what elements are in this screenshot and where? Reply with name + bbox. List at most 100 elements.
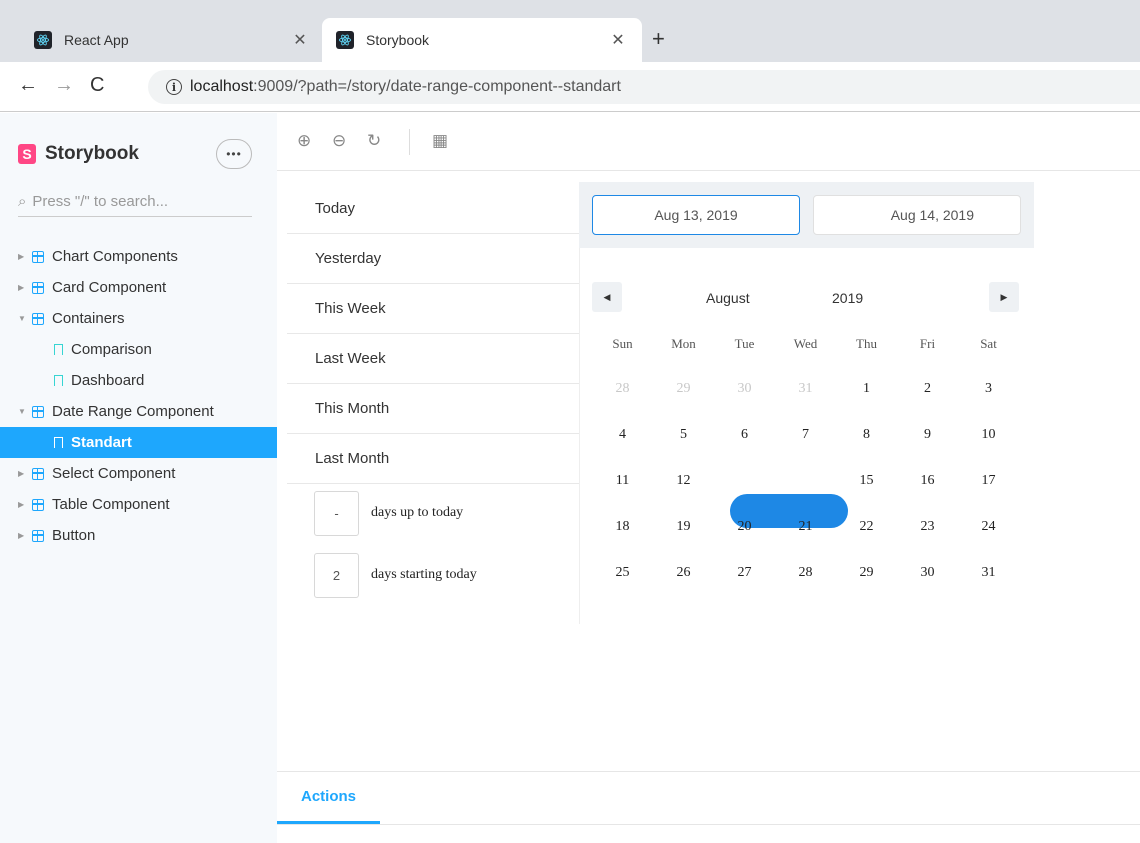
calendar-day[interactable]: 1 (836, 366, 897, 412)
component-icon (32, 250, 44, 263)
tree-item-date-range-component[interactable]: ▼ Date Range Component (0, 396, 277, 427)
calendar-day[interactable]: 15 (836, 458, 897, 504)
url-field[interactable]: i localhost:9009/?path=/story/date-range… (148, 70, 1140, 104)
zoom-out-icon[interactable]: ⊖ (332, 131, 346, 151)
reload-icon[interactable]: C (90, 74, 104, 97)
caret-down-icon: ▼ (18, 314, 26, 323)
calendar-day-label: 21 (798, 519, 813, 534)
component-icon (32, 467, 44, 480)
calendar-day[interactable]: 17 (958, 458, 1019, 504)
calendar-day[interactable]: 31 (775, 366, 836, 412)
calendar-day[interactable]: 7 (775, 412, 836, 458)
calendar-day[interactable]: 5 (653, 412, 714, 458)
zoom-reset-icon[interactable]: ↻ (367, 131, 381, 151)
forward-arrow-icon[interactable]: → (54, 74, 74, 97)
calendar-day[interactable]: 21 (775, 504, 836, 550)
calendar-day[interactable]: 19 (653, 504, 714, 550)
browser-tab-storybook[interactable]: Storybook ✕ (322, 18, 642, 62)
days-up-to-today-label: days up to today (371, 505, 464, 520)
new-tab-plus-icon[interactable]: + (652, 26, 665, 52)
calendar-day[interactable]: 29 (653, 366, 714, 412)
calendar-day[interactable]: 26 (653, 550, 714, 596)
calendar-day[interactable]: 20 (714, 504, 775, 550)
more-options-button[interactable]: ••• (216, 139, 252, 169)
tree-item-chart-components[interactable]: ▶ Chart Components (0, 241, 277, 272)
close-tab-icon[interactable]: ✕ (608, 30, 628, 50)
calendar-day[interactable]: 24 (958, 504, 1019, 550)
calendar-day-label: 3 (985, 381, 992, 396)
tree-item-card-component[interactable]: ▶ Card Component (0, 272, 277, 303)
calendar-day[interactable]: 6 (714, 412, 775, 458)
calendar-day[interactable]: 11 (592, 458, 653, 504)
calendar-day-label: 15 (859, 473, 874, 488)
search-input[interactable]: ⌕ Press "/" to search... (18, 187, 252, 217)
grid-icon[interactable]: ▦ (432, 131, 448, 151)
preset-today[interactable]: Today (287, 184, 579, 234)
back-arrow-icon[interactable]: ← (18, 74, 38, 97)
calendar-day[interactable]: 28 (775, 550, 836, 596)
tree-item-select-component[interactable]: ▶ Select Component (0, 458, 277, 489)
preset-this-month[interactable]: This Month (287, 384, 579, 434)
calendar-day[interactable]: 30 (897, 550, 958, 596)
calendar-day-label: 30 (920, 565, 935, 580)
tree-item-table-component[interactable]: ▶ Table Component (0, 489, 277, 520)
preset-last-week[interactable]: Last Week (287, 334, 579, 384)
calendar-day[interactable]: 13 (714, 458, 775, 504)
calendar-day[interactable]: 29 (836, 550, 897, 596)
next-month-button[interactable]: ▶ (989, 282, 1019, 312)
tree-item-containers[interactable]: ▼ Containers (0, 303, 277, 334)
calendar-day[interactable]: 10 (958, 412, 1019, 458)
days-up-to-today-row: - days up to today (287, 490, 579, 536)
calendar-day[interactable]: 18 (592, 504, 653, 550)
tab-actions[interactable]: Actions (277, 772, 380, 824)
weekday-label: Fri (919, 336, 936, 351)
calendar-day[interactable]: 12 (653, 458, 714, 504)
preset-last-month[interactable]: Last Month (287, 434, 579, 484)
calendar-day[interactable]: 4 (592, 412, 653, 458)
tree-item-button[interactable]: ▶ Button (0, 520, 277, 551)
info-icon[interactable]: i (166, 79, 182, 95)
tree-item-standart[interactable]: Standart (0, 427, 277, 458)
storybook-brand[interactable]: S Storybook (18, 143, 139, 165)
close-tab-icon[interactable]: ✕ (290, 30, 310, 50)
calendar-day-label: 10 (981, 427, 996, 442)
calendar-day-label: 19 (676, 519, 691, 534)
browser-tab-bar: React App ✕ Storybook ✕ + (0, 0, 1140, 62)
calendar-day-label: 28 (615, 381, 630, 396)
calendar-day-label: 31 (798, 381, 813, 396)
preset-yesterday[interactable]: Yesterday (287, 234, 579, 284)
calendar-day[interactable]: 14 (775, 458, 836, 504)
tree-item-label: Containers (52, 310, 125, 327)
month-label[interactable]: August (706, 290, 750, 306)
calendar-day[interactable]: 23 (897, 504, 958, 550)
calendar-day[interactable]: 28 (592, 366, 653, 412)
days-starting-today-input[interactable]: 2 (314, 552, 359, 598)
calendar: Aug 13, 2019 Aug 14, 2019 ◀ August 2019 … (579, 182, 1034, 596)
days-up-to-today-input[interactable]: - (314, 490, 359, 536)
calendar-day-label: 17 (981, 473, 996, 488)
zoom-in-icon[interactable]: ⊕ (297, 131, 311, 151)
tree-item-comparison[interactable]: Comparison (0, 334, 277, 365)
calendar-day[interactable]: 16 (897, 458, 958, 504)
preset-this-week[interactable]: This Week (287, 284, 579, 334)
calendar-day[interactable]: 31 (958, 550, 1019, 596)
end-date-input[interactable]: Aug 14, 2019 (813, 195, 1021, 235)
calendar-day[interactable]: 30 (714, 366, 775, 412)
calendar-day[interactable]: 25 (592, 550, 653, 596)
calendar-day[interactable]: 9 (897, 412, 958, 458)
previous-month-button[interactable]: ◀ (592, 282, 622, 312)
start-date-input[interactable]: Aug 13, 2019 (592, 195, 800, 235)
tree-item-dashboard[interactable]: Dashboard (0, 365, 277, 396)
weekday-label: Wed (793, 336, 818, 351)
calendar-day[interactable]: 27 (714, 550, 775, 596)
bookmark-icon (54, 375, 63, 386)
calendar-day[interactable]: 22 (836, 504, 897, 550)
calendar-day[interactable]: 3 (958, 366, 1019, 412)
calendar-day[interactable]: 8 (836, 412, 897, 458)
browser-tab-react-app[interactable]: React App ✕ (20, 18, 324, 62)
year-label[interactable]: 2019 (832, 290, 863, 306)
calendar-day-label: 14 (798, 473, 813, 488)
calendar-day[interactable]: 2 (897, 366, 958, 412)
storybook-logo-icon: S (18, 144, 36, 164)
calendar-day-label: 4 (619, 427, 626, 442)
